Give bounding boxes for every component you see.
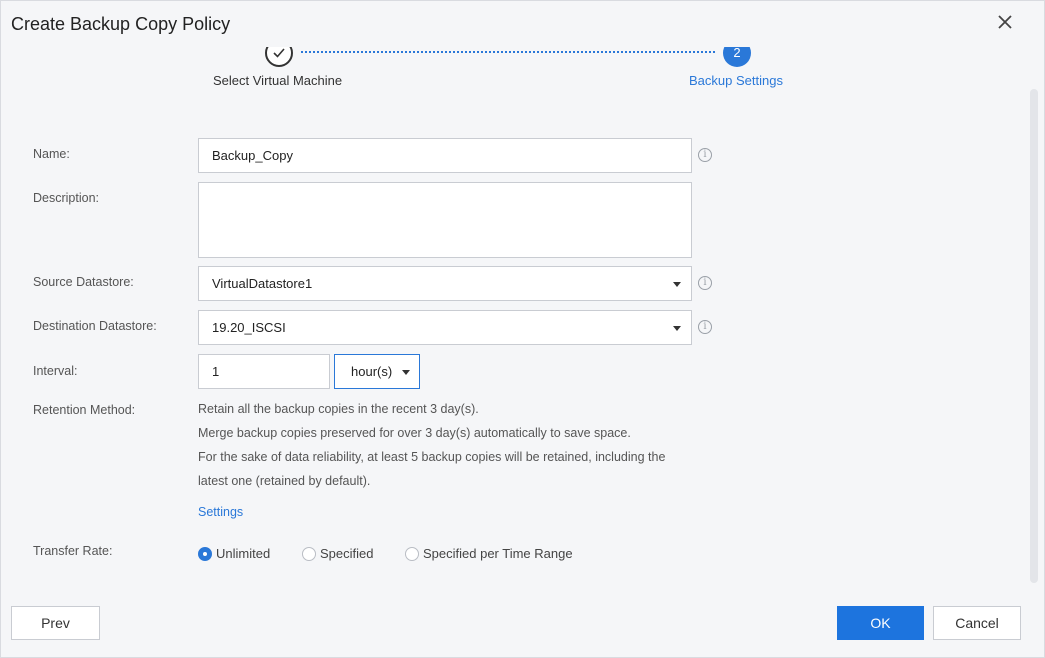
chevron-down-icon bbox=[673, 325, 681, 331]
destination-datastore-select[interactable]: 19.20_ISCSI bbox=[198, 310, 692, 345]
interval-label: Interval: bbox=[33, 364, 78, 378]
description-textarea[interactable] bbox=[198, 182, 692, 258]
destination-datastore-label: Destination Datastore: bbox=[33, 319, 157, 333]
create-backup-copy-policy-dialog: Create Backup Copy Policy 2 Select Virtu… bbox=[0, 0, 1045, 658]
step-label-select-vm: Select Virtual Machine bbox=[213, 73, 343, 88]
destination-datastore-info-icon[interactable]: i bbox=[698, 320, 712, 334]
radio-unchecked-icon bbox=[302, 546, 316, 561]
interval-input[interactable]: 1 bbox=[198, 354, 330, 389]
transfer-rate-specified-radio[interactable]: Specified bbox=[302, 546, 373, 561]
vertical-scrollbar[interactable] bbox=[1030, 89, 1038, 583]
name-input-value: Backup_Copy bbox=[212, 148, 293, 163]
chevron-down-icon bbox=[402, 369, 410, 375]
retention-settings-link[interactable]: Settings bbox=[198, 505, 243, 519]
source-datastore-info-icon[interactable]: i bbox=[698, 276, 712, 290]
retention-line: latest one (retained by default). bbox=[198, 474, 371, 488]
source-datastore-select[interactable]: VirtualDatastore1 bbox=[198, 266, 692, 301]
ok-button[interactable]: OK bbox=[837, 606, 924, 640]
retention-line: Retain all the backup copies in the rece… bbox=[198, 402, 479, 416]
retention-method-label: Retention Method: bbox=[33, 403, 136, 417]
transfer-rate-unlimited-radio[interactable]: Unlimited bbox=[198, 546, 270, 561]
retention-line: For the sake of data reliability, at lea… bbox=[198, 450, 666, 464]
prev-button[interactable]: Prev bbox=[11, 606, 100, 640]
step-connector-line bbox=[301, 51, 715, 53]
radio-checked-icon bbox=[198, 546, 212, 561]
chevron-down-icon bbox=[673, 281, 681, 287]
radio-label: Unlimited bbox=[216, 546, 271, 561]
cancel-button[interactable]: Cancel bbox=[933, 606, 1021, 640]
source-datastore-label: Source Datastore: bbox=[33, 275, 134, 289]
interval-unit-select[interactable]: hour(s) bbox=[334, 354, 420, 389]
source-datastore-value: VirtualDatastore1 bbox=[212, 276, 313, 291]
interval-value: 1 bbox=[212, 364, 220, 379]
destination-datastore-value: 19.20_ISCSI bbox=[212, 320, 286, 335]
name-label: Name: bbox=[33, 147, 70, 161]
dialog-titlebar: Create Backup Copy Policy bbox=[1, 1, 1044, 47]
interval-unit-value: hour(s) bbox=[351, 364, 393, 379]
step-label-backup-settings: Backup Settings bbox=[689, 73, 783, 88]
name-info-icon[interactable]: i bbox=[698, 148, 712, 162]
retention-line: Merge backup copies preserved for over 3… bbox=[198, 426, 631, 440]
description-label: Description: bbox=[33, 191, 99, 205]
close-icon[interactable] bbox=[994, 11, 1016, 33]
checkmark-icon bbox=[273, 48, 285, 58]
radio-label: Specified per Time Range bbox=[423, 546, 573, 561]
transfer-rate-label: Transfer Rate: bbox=[33, 544, 113, 558]
name-input[interactable]: Backup_Copy bbox=[198, 138, 692, 173]
dialog-title: Create Backup Copy Policy bbox=[11, 14, 231, 34]
radio-label: Specified bbox=[320, 546, 374, 561]
transfer-rate-time-range-radio[interactable]: Specified per Time Range bbox=[405, 546, 573, 561]
radio-unchecked-icon bbox=[405, 546, 419, 561]
